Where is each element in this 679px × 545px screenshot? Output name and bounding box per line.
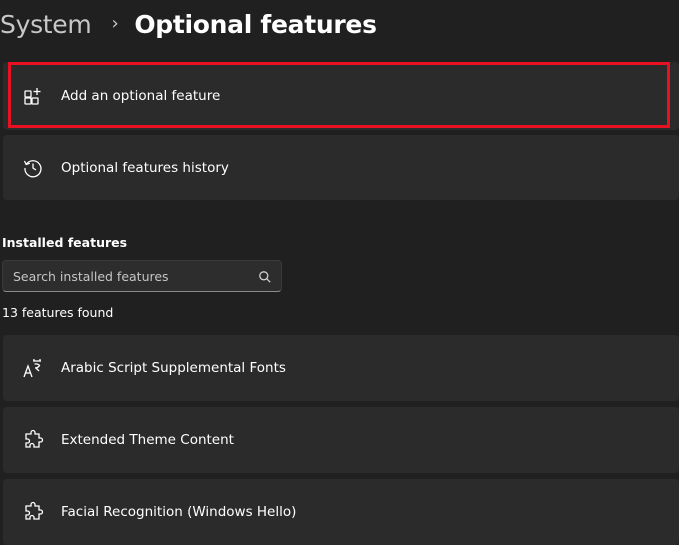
- search-input[interactable]: [3, 261, 243, 291]
- puzzle-icon: [21, 428, 45, 452]
- add-optional-feature-button[interactable]: Add an optional feature: [3, 62, 679, 130]
- breadcrumb-chevron-icon: ›: [111, 12, 119, 34]
- history-icon: [21, 156, 45, 180]
- font-icon: [21, 356, 45, 380]
- puzzle-icon: [21, 500, 45, 524]
- feature-label: Facial Recognition (Windows Hello): [61, 504, 297, 520]
- feature-item-extended-theme[interactable]: Extended Theme Content: [3, 407, 679, 473]
- add-optional-feature-label: Add an optional feature: [61, 88, 221, 104]
- add-apps-icon: [21, 84, 45, 108]
- optional-features-history-label: Optional features history: [61, 159, 229, 176]
- feature-item-facial-recognition[interactable]: Facial Recognition (Windows Hello): [3, 479, 679, 545]
- optional-features-history-button[interactable]: Optional features history: [3, 135, 679, 200]
- breadcrumb-system[interactable]: System: [0, 10, 92, 39]
- page-title: Optional features: [134, 9, 377, 39]
- features-count: 13 features found: [2, 305, 114, 320]
- installed-features-heading: Installed features: [2, 235, 128, 250]
- search-box: [2, 260, 282, 292]
- feature-label: Extended Theme Content: [61, 432, 234, 448]
- search-icon[interactable]: [258, 269, 272, 283]
- feature-item-arabic-fonts[interactable]: Arabic Script Supplemental Fonts: [3, 335, 679, 401]
- feature-label: Arabic Script Supplemental Fonts: [61, 360, 286, 376]
- breadcrumb: System › Optional features: [0, 6, 377, 42]
